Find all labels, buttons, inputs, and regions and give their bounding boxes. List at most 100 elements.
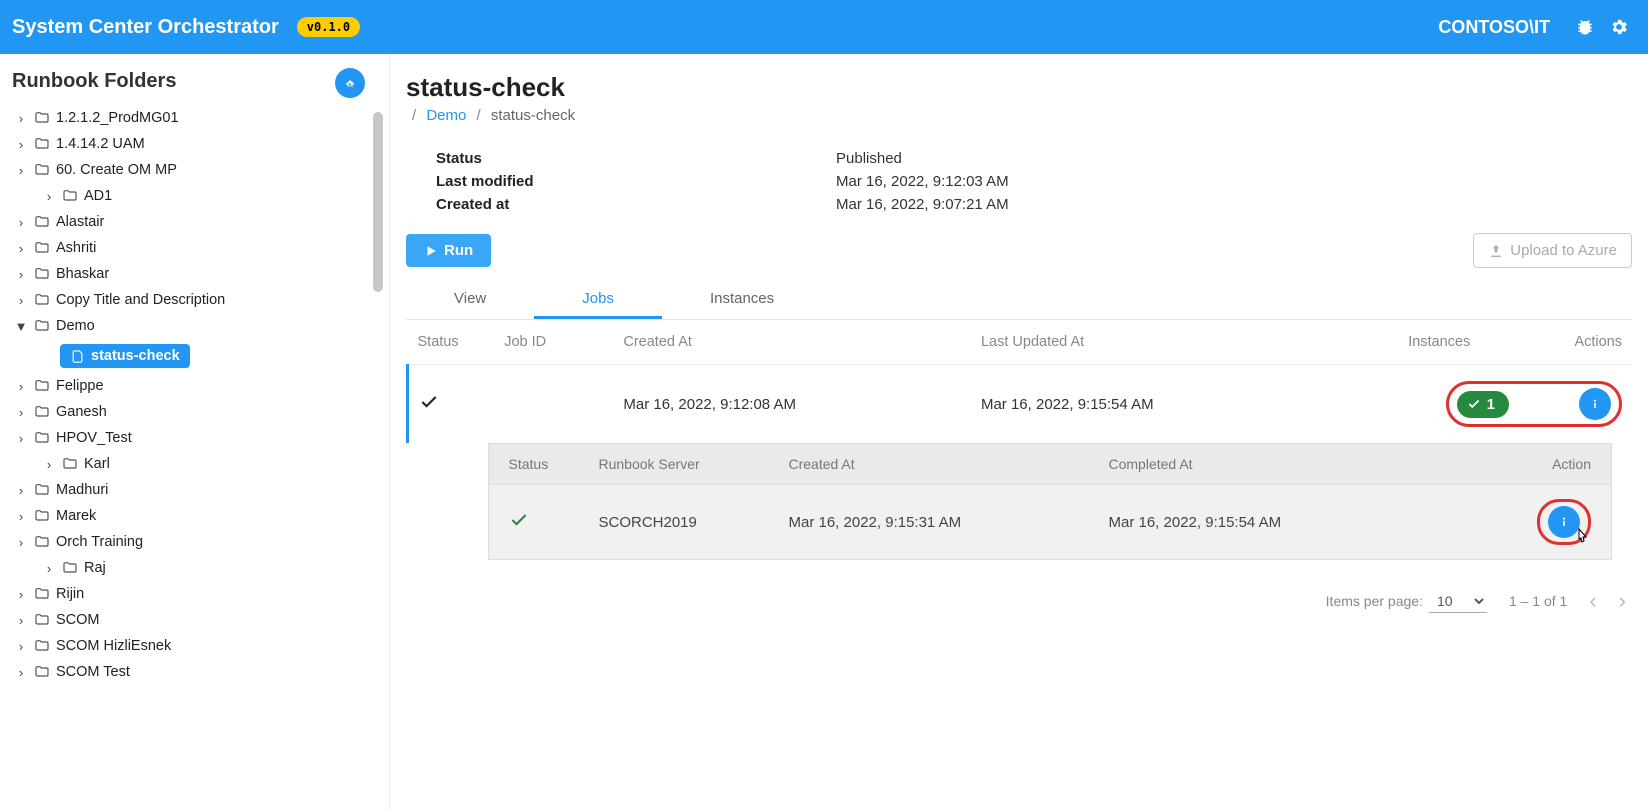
sidebar-folder[interactable]: ›Raj [0,555,389,581]
folder-icon [34,214,50,230]
main-panel: status-check / Demo / status-check Statu… [390,54,1648,810]
sidebar-folder[interactable]: › SCOM HizliEsnek [0,633,389,659]
chevron-icon: › [12,431,30,446]
sidebar-file[interactable]: status-check [0,339,389,373]
folder-icon [34,240,50,256]
info-modified-value: Mar 16, 2022, 9:12:03 AM [836,173,1009,190]
sidebar-folder[interactable]: ›Ashriti [0,235,389,261]
folder-tree: ›1.2.1.2_ProdMG01›1.4.14.2 UAM›60. Creat… [0,105,389,685]
sidebar-folder[interactable]: ›Rijin [0,581,389,607]
upload-to-azure-button[interactable]: Upload to Azure [1473,233,1632,268]
sidebar-folder[interactable]: ›Madhuri [0,477,389,503]
folder-icon [34,266,50,282]
folder-icon [34,292,50,308]
breadcrumb-root[interactable]: Demo [426,107,466,124]
sidebar-folder[interactable]: ›1.4.14.2 UAM [0,131,389,157]
tab-instances[interactable]: Instances [662,278,822,319]
items-per-page-label: Items per page: [1326,593,1423,609]
instance-server-cell: SCORCH2019 [579,485,769,560]
sidebar-folder[interactable]: ›Felippe [0,373,389,399]
sidebar-item-label: Marek [56,508,96,524]
sidebar-folder[interactable]: ›60. Create OM MP [0,157,389,183]
next-page-button[interactable]: › [1619,588,1626,614]
chevron-icon: › [40,561,58,576]
job-status-cell [408,365,495,444]
sidebar-folder[interactable]: › SCOM [0,607,389,633]
run-button[interactable]: Run [406,234,491,267]
sidebar-folder[interactable]: ▼Demo [0,313,389,339]
chevron-icon: › [12,405,30,420]
sidebar-item-label: status-check [91,348,180,364]
sidebar-folder[interactable]: ›Ganesh [0,399,389,425]
info-status-label: Status [436,150,836,167]
sidebar-folder[interactable]: ›Copy Title and Description [0,287,389,313]
items-per-page-select[interactable]: 10 [1429,590,1487,613]
sub-col-action: Action [1409,444,1612,485]
sidebar-item-label: Ashriti [56,240,96,256]
highlight-annotation: 1 [1446,381,1622,427]
sidebar-item-label: Bhaskar [56,266,109,282]
chevron-icon: › [12,483,30,498]
version-badge: v0.1.0 [297,17,360,37]
page-range: 1 – 1 of 1 [1509,593,1567,609]
tab-view[interactable]: View [406,278,534,319]
sidebar-item-label: SCOM [56,612,100,628]
job-id-cell [494,365,613,444]
check-icon [509,510,529,530]
chevron-icon: › [12,379,30,394]
sidebar-folder[interactable]: ›Karl [0,451,389,477]
check-icon [1467,397,1481,411]
instance-status-cell [489,485,579,560]
scrollbar[interactable] [373,112,383,292]
chevron-icon: ▼ [12,319,30,334]
folder-icon [34,404,50,420]
paginator: Items per page: 10 1 – 1 of 1 ‹ › [406,588,1632,614]
gear-icon[interactable] [1608,16,1630,38]
job-details-button[interactable] [1579,388,1611,420]
folder-icon [34,508,50,524]
instance-row: SCORCH2019 Mar 16, 2022, 9:15:31 AM Mar … [489,485,1612,560]
file-icon [70,349,85,364]
instances-count: 1 [1487,396,1495,413]
sidebar-item-label: 60. Create OM MP [56,162,177,178]
chevron-icon: › [12,293,30,308]
sidebar-item-label: SCOM HizliEsnek [56,638,171,654]
col-actions: Actions [1480,320,1632,365]
prev-page-button[interactable]: ‹ [1589,588,1596,614]
folder-icon [34,586,50,602]
sidebar-item-label: HPOV_Test [56,430,132,446]
collapse-sidebar-button[interactable]: « [335,68,365,98]
sidebar-folder[interactable]: ›Marek [0,503,389,529]
chevron-icon: › [12,535,30,550]
sidebar-folder[interactable]: › HPOV_Test [0,425,389,451]
folder-icon [34,638,50,654]
sidebar-item-label: Alastair [56,214,104,230]
chevron-icon: › [12,267,30,282]
folder-icon [34,664,50,680]
job-row[interactable]: Mar 16, 2022, 9:12:08 AM Mar 16, 2022, 9… [408,365,1633,444]
sidebar-folder[interactable]: ›SCOM Test [0,659,389,685]
folder-icon [62,188,78,204]
tab-jobs[interactable]: Jobs [534,278,662,319]
sidebar-item-label: 1.2.1.2_ProdMG01 [56,110,179,126]
info-icon [1556,514,1572,530]
folder-icon [62,560,78,576]
bug-icon[interactable] [1574,16,1596,38]
sidebar-folder[interactable]: ›Orch Training [0,529,389,555]
breadcrumb: / Demo / status-check [406,107,1632,124]
chevron-icon: › [12,639,30,654]
breadcrumb-current: status-check [491,107,575,124]
sidebar-folder[interactable]: ›Alastair [0,209,389,235]
sub-col-created: Created At [769,444,1089,485]
chevron-icon: › [12,613,30,628]
instances-badge[interactable]: 1 [1457,391,1509,418]
check-icon [419,392,439,412]
cursor-icon [1572,527,1592,556]
info-modified-label: Last modified [436,173,836,190]
sidebar-folder[interactable]: › Bhaskar [0,261,389,287]
folder-icon [34,136,50,152]
sub-col-completed: Completed At [1089,444,1409,485]
sidebar-folder[interactable]: ›1.2.1.2_ProdMG01 [0,105,389,131]
runbook-info: Status Published Last modified Mar 16, 2… [436,150,1632,213]
sidebar-folder[interactable]: ›AD1 [0,183,389,209]
